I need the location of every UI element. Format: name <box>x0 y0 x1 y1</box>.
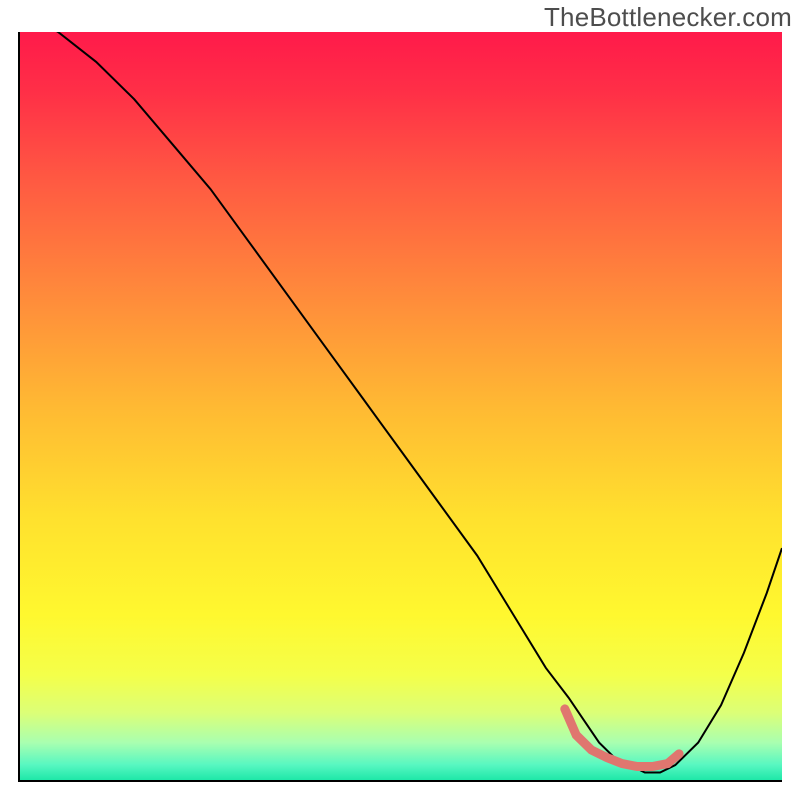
chart-curves <box>20 32 782 780</box>
watermark-text: TheBottlenecker.com <box>544 2 792 33</box>
bottleneck-chart: TheBottlenecker.com <box>0 0 800 800</box>
plot-area <box>18 32 782 782</box>
bottleneck-curve-line <box>20 32 782 773</box>
